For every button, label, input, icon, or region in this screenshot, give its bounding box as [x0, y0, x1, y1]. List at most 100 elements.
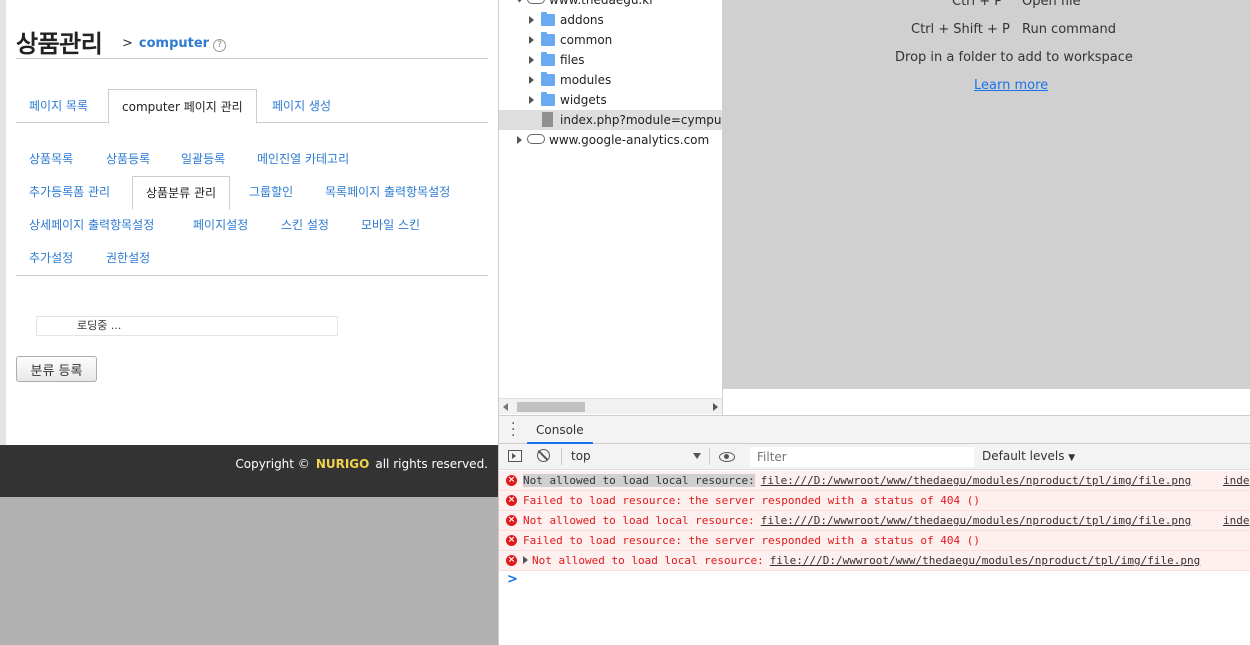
- tree-item-addons[interactable]: addons: [499, 10, 722, 30]
- tree-item-widgets[interactable]: widgets: [499, 90, 722, 110]
- expand-arrow-icon[interactable]: [515, 0, 524, 3]
- subtab-group-discount[interactable]: 그룹할인: [236, 176, 306, 209]
- learn-more-link[interactable]: Learn more: [974, 78, 1048, 93]
- toolbar-divider: [561, 448, 562, 465]
- dropdown-arrow-icon: [693, 453, 701, 459]
- copyright-suffix: all rights reserved.: [375, 457, 488, 471]
- collapse-arrow-icon[interactable]: [529, 96, 534, 104]
- context-value: top: [571, 449, 591, 463]
- error-icon: ×: [506, 495, 517, 506]
- tree-item-common[interactable]: common: [499, 30, 722, 50]
- subtab-category-manage[interactable]: 상품분류 관리: [132, 176, 231, 210]
- tab-computer-page-manage[interactable]: computer 페이지 관리: [108, 89, 257, 124]
- error-icon: ×: [506, 515, 517, 526]
- source-link[interactable]: inde: [1223, 471, 1250, 490]
- tab-page-list[interactable]: 페이지 목록: [16, 89, 101, 123]
- navigator-horizontal-scrollbar[interactable]: [499, 398, 722, 414]
- collapse-arrow-icon[interactable]: [517, 136, 522, 144]
- context-selector[interactable]: top: [571, 449, 701, 463]
- drawer-tabbar: · · · Console: [499, 416, 1250, 444]
- resource-link[interactable]: file:///D:/wwwroot/www/thedaegu/modules/…: [761, 474, 1191, 487]
- message-text-wrap: Not allowed to load local resource: file:…: [523, 551, 1200, 570]
- console-filter-input[interactable]: [750, 447, 974, 467]
- tree-label: index.php?module=cympusadmin: [560, 113, 722, 127]
- tree-label: widgets: [560, 93, 607, 107]
- tree-label: www.google-analytics.com: [549, 133, 710, 147]
- register-category-button[interactable]: 분류 등록: [16, 356, 97, 382]
- breadcrumb-separator: >: [122, 36, 133, 51]
- scroll-left-icon[interactable]: [503, 403, 508, 411]
- log-levels-label: Default levels: [982, 449, 1065, 463]
- page-left-edge: [0, 0, 6, 445]
- console-toolbar: top Default levels ▼: [499, 444, 1250, 470]
- tab-page-create[interactable]: 페이지 생성: [259, 89, 344, 123]
- source-link[interactable]: inde: [1223, 511, 1250, 530]
- live-expression-eye-icon[interactable]: [719, 452, 735, 462]
- collapse-arrow-icon[interactable]: [529, 56, 534, 64]
- shortcut-action-run-command: Run command: [1022, 22, 1116, 37]
- console-message: × Not allowed to load local resource: fil…: [499, 471, 1250, 491]
- page-content: 상품관리 > computer? 페이지 목록 computer 페이지 관리 페…: [0, 0, 498, 445]
- console-message[interactable]: × Not allowed to load local resource: fil…: [499, 551, 1250, 571]
- tree-item-files[interactable]: files: [499, 50, 722, 70]
- scroll-right-icon[interactable]: [713, 403, 718, 411]
- collapse-arrow-icon[interactable]: [529, 16, 534, 24]
- expand-message-icon[interactable]: [523, 556, 528, 564]
- message-text-wrap: Not allowed to load local resource: file:…: [523, 511, 1191, 530]
- page-title: 상품관리: [16, 30, 103, 58]
- copyright: Copyright © NURIGO all rights reserved.: [235, 457, 488, 471]
- page-header: 상품관리 > computer?: [16, 22, 488, 59]
- folder-icon: [541, 72, 555, 86]
- clear-console-icon[interactable]: [537, 449, 550, 462]
- breadcrumb-link-computer[interactable]: computer: [139, 36, 209, 51]
- show-sidebar-icon[interactable]: [508, 450, 522, 462]
- sources-editor-placeholder: Ctrl + P Open file Ctrl + Shift + P Run …: [723, 0, 1250, 415]
- more-tabs-icon[interactable]: · · ·: [511, 417, 515, 443]
- collapse-arrow-icon[interactable]: [529, 76, 534, 84]
- brand-name[interactable]: NURIGO: [316, 457, 370, 471]
- editor-footer: [723, 389, 1250, 415]
- shortcut-keys-run-command: Ctrl + Shift + P: [911, 22, 1010, 37]
- page-footer: Copyright © NURIGO all rights reserved.: [0, 445, 498, 497]
- tree-label: files: [560, 53, 585, 67]
- cloud-icon: [527, 0, 545, 4]
- tree-item-index-php[interactable]: index.php?module=cympusadmin: [499, 110, 722, 130]
- tree-label: www.thedaegu.kr: [549, 0, 655, 7]
- subtab-bulk-register[interactable]: 일괄등록: [168, 143, 238, 176]
- folder-icon: [541, 12, 555, 26]
- log-levels-dropdown[interactable]: Default levels ▼: [982, 449, 1075, 463]
- tab-console[interactable]: Console: [527, 416, 593, 444]
- drop-folder-hint: Drop in a folder to add to workspace: [895, 50, 1133, 65]
- subtab-mobile-skin[interactable]: 모바일 스킨: [348, 209, 433, 242]
- subtab-main-display-category[interactable]: 메인진열 카테고리: [244, 143, 362, 176]
- console-prompt[interactable]: >: [507, 572, 518, 587]
- scrollbar-thumb[interactable]: [517, 402, 585, 412]
- category-tree-loading: 로딩중 ...: [36, 316, 338, 336]
- folder-icon: [541, 92, 555, 106]
- folder-icon: [541, 52, 555, 66]
- console-message: × Failed to load resource: the server re…: [499, 491, 1250, 511]
- message-text: Failed to load resource: the server resp…: [523, 494, 980, 507]
- subtab-product-list[interactable]: 상품목록: [16, 143, 86, 176]
- subtab-product-register[interactable]: 상품등록: [93, 143, 163, 176]
- sources-navigator: www.thedaegu.kr addons common files modu…: [498, 0, 723, 415]
- subtab-skin-settings[interactable]: 스킨 설정: [268, 209, 342, 242]
- resource-link[interactable]: file:///D:/wwwroot/www/thedaegu/modules/…: [761, 514, 1191, 527]
- subtab-detail-output-settings[interactable]: 상세페이지 출력항목설정: [16, 209, 167, 242]
- console-message: × Not allowed to load local resource: fil…: [499, 511, 1250, 531]
- collapse-arrow-icon[interactable]: [529, 36, 534, 44]
- subtab-list-output-settings[interactable]: 목록페이지 출력항목설정: [312, 176, 463, 209]
- file-icon: [542, 112, 553, 127]
- subtab-additional-settings[interactable]: 추가설정: [16, 242, 86, 275]
- subtab-extra-form-manage[interactable]: 추가등록폼 관리: [16, 176, 123, 209]
- console-drawer: ··· Console top Default levels ▼ × Not a…: [498, 415, 1250, 645]
- tree-item-domain-thedaegu[interactable]: www.thedaegu.kr: [499, 0, 722, 10]
- help-icon[interactable]: ?: [213, 39, 227, 52]
- page-tabs: 페이지 목록 computer 페이지 관리 페이지 생성: [16, 89, 488, 124]
- tree-item-modules[interactable]: modules: [499, 70, 722, 90]
- resource-link[interactable]: file:///D:/wwwroot/www/thedaegu/modules/…: [770, 554, 1200, 567]
- web-page-pane: 상품관리 > computer? 페이지 목록 computer 페이지 관리 페…: [0, 0, 498, 645]
- tree-item-domain-google-analytics[interactable]: www.google-analytics.com: [499, 130, 722, 150]
- subtab-permission-settings[interactable]: 권한설정: [93, 242, 163, 275]
- subtab-page-settings[interactable]: 페이지설정: [180, 209, 261, 242]
